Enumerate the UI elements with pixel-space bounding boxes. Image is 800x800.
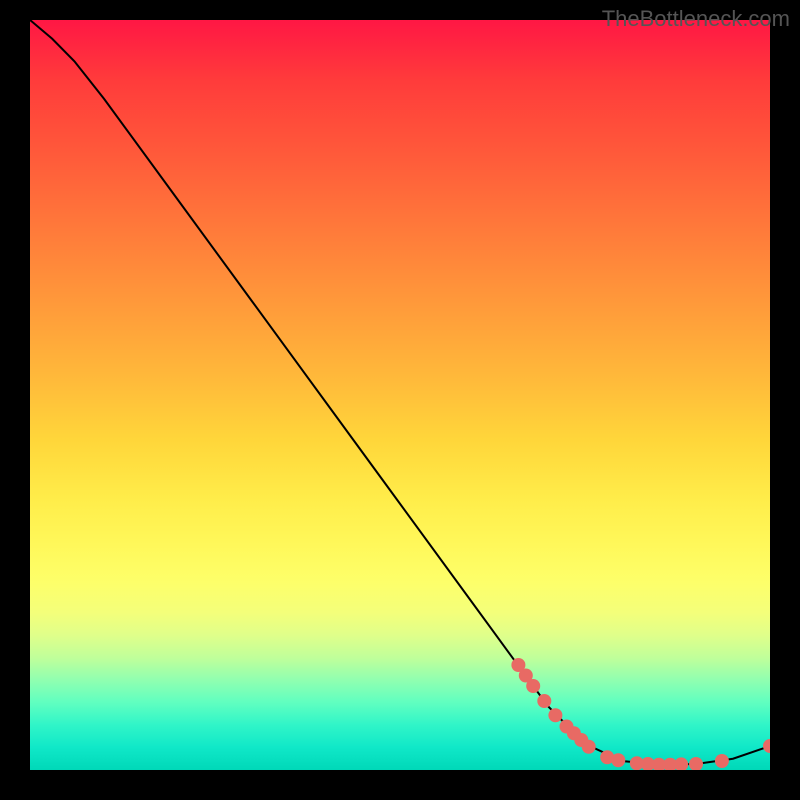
data-marker <box>582 740 596 754</box>
frame-left <box>0 20 30 780</box>
bottleneck-curve <box>30 20 770 765</box>
data-marker <box>763 739 770 753</box>
data-marker <box>689 757 703 770</box>
data-marker <box>674 757 688 770</box>
data-marker <box>715 754 729 768</box>
data-marker <box>537 694 551 708</box>
data-marker <box>548 708 562 722</box>
data-markers <box>511 658 770 770</box>
frame-bottom <box>0 770 800 800</box>
frame-right <box>770 20 800 780</box>
watermark-text: TheBottleneck.com <box>602 6 790 32</box>
chart-container: TheBottleneck.com <box>0 0 800 800</box>
data-marker <box>526 679 540 693</box>
data-marker <box>611 753 625 767</box>
chart-svg <box>30 20 770 770</box>
